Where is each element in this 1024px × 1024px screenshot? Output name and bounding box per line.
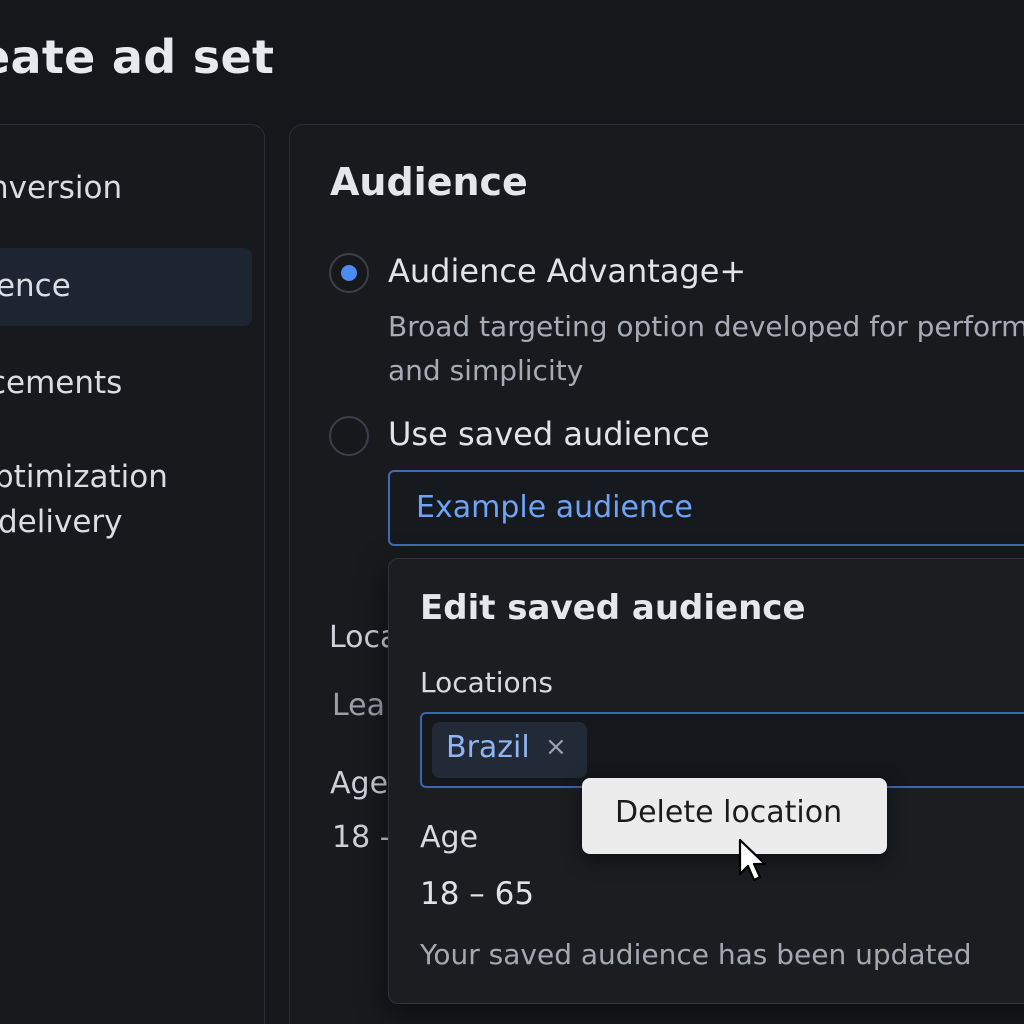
nav-item-label: udience	[0, 268, 71, 304]
section-title: Audience	[330, 160, 528, 204]
popover-title: Edit saved audience	[420, 588, 806, 628]
nav-item-label: delivery	[0, 504, 123, 540]
age-range-value: 18 – 65	[420, 876, 535, 912]
mouse-pointer-icon	[738, 838, 767, 882]
option-description-line: Broad targeting option developed for per…	[388, 310, 1024, 343]
age-label: Age	[420, 820, 479, 855]
close-icon[interactable]: ×	[545, 732, 567, 762]
nav-item-conversion[interactable]: onversion	[0, 166, 122, 211]
saved-audience-select[interactable]: Example audience	[388, 470, 1024, 546]
nav-item-placements[interactable]: acements	[0, 361, 122, 406]
nav-item-audience[interactable]: udience	[0, 248, 252, 326]
option-description: Broad targeting option developed for per…	[388, 305, 1024, 393]
radio-use-saved-audience[interactable]	[329, 416, 369, 456]
delete-location-label: Delete location	[615, 795, 843, 830]
option-label-audience-advantage: Audience Advantage+	[388, 252, 747, 290]
nav-item-delivery[interactable]: delivery	[0, 500, 122, 545]
option-label-use-saved-audience: Use saved audience	[388, 415, 710, 453]
create-ad-set-page: reate ad set onversion udience acements …	[0, 0, 1024, 1024]
page-title: reate ad set	[0, 30, 275, 84]
nav-item-label: onversion	[0, 170, 123, 206]
nav-item-label: acements	[0, 365, 123, 401]
locations-hint-background: Lea	[332, 688, 386, 723]
saved-audience-value: Example audience	[416, 490, 693, 525]
nav-item-optimization[interactable]: ptimization	[0, 455, 168, 500]
age-value-background: 18 -	[332, 820, 391, 855]
location-chip-label: Brazil	[446, 730, 530, 765]
locations-label: Locations	[420, 666, 554, 699]
nav-item-label: ptimization	[0, 459, 168, 495]
option-description-line: and simplicity	[388, 354, 584, 387]
radio-audience-advantage[interactable]	[329, 253, 369, 293]
status-message: Your saved audience has been updated	[420, 938, 972, 971]
age-heading-background: Age	[330, 766, 389, 801]
